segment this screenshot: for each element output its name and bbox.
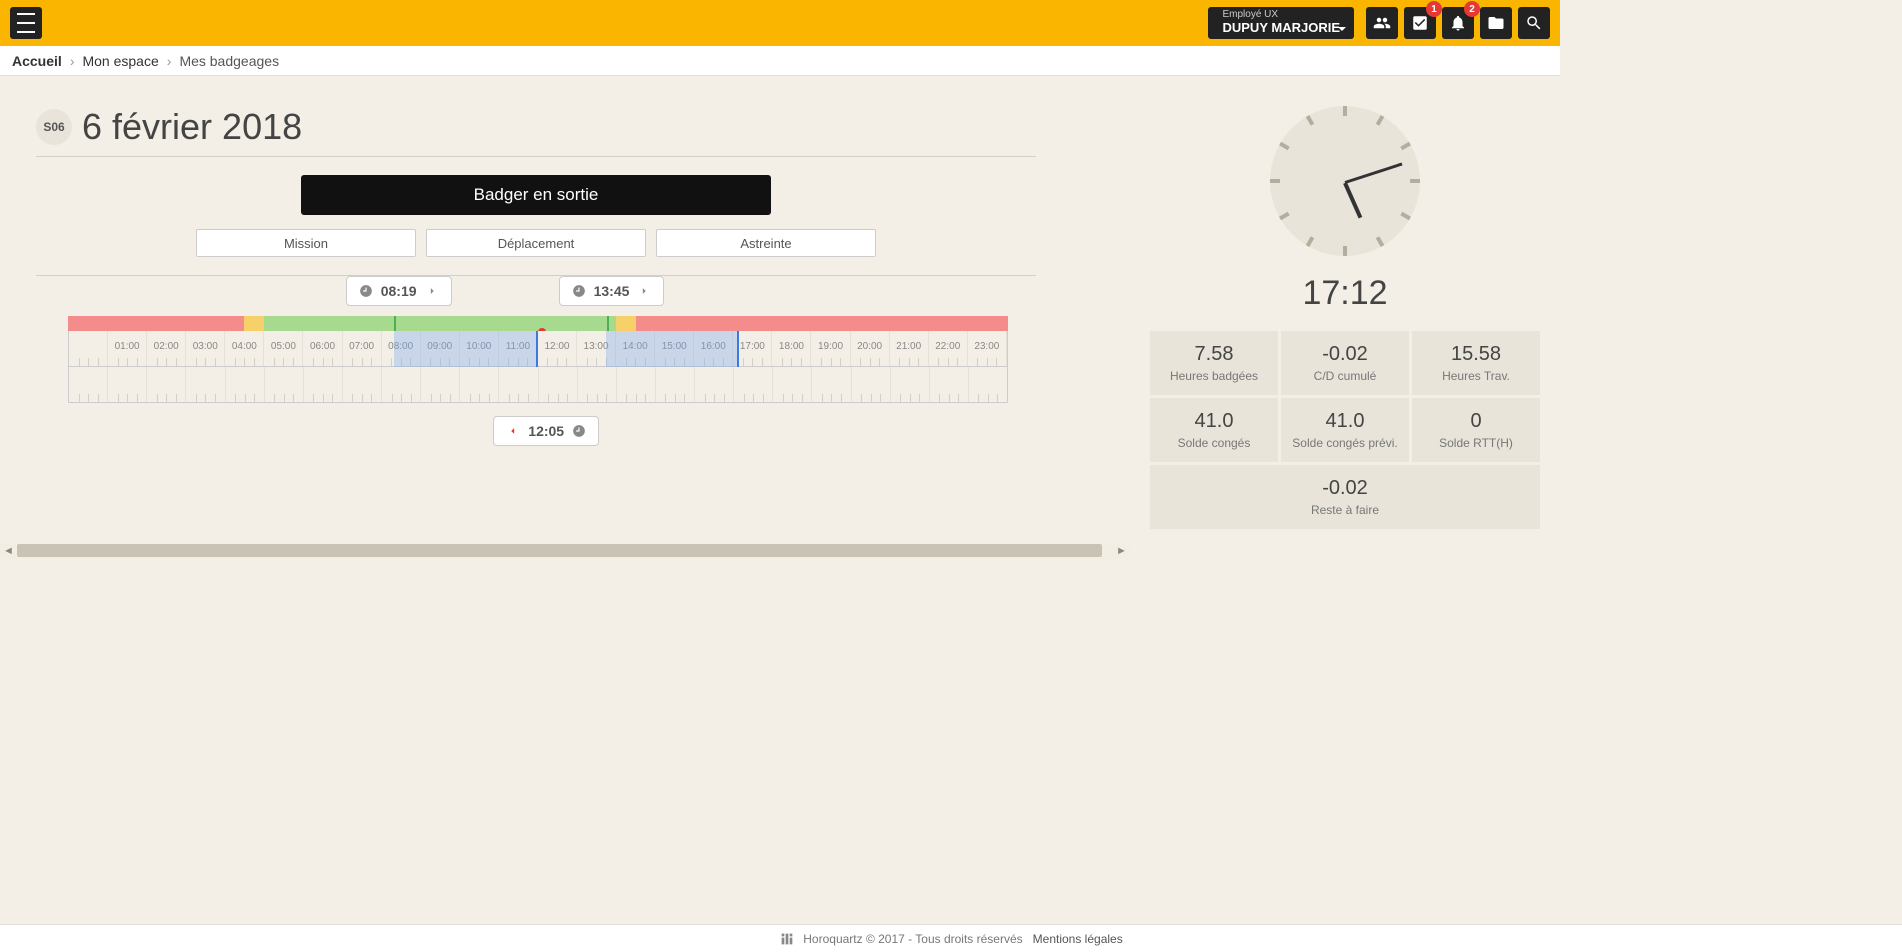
stat-card: 41.0Solde congés prévi. <box>1281 398 1409 462</box>
timeline-ruler-lower[interactable] <box>68 367 1008 403</box>
work-block <box>606 331 739 367</box>
hour-label: 03:00 <box>193 341 218 352</box>
hour-label: 07:00 <box>349 341 374 352</box>
search-button[interactable] <box>1518 7 1550 39</box>
topbar: Employé UX DUPUY MARJORIE 1 2 <box>0 0 1560 46</box>
breadcrumb: Accueil › Mon espace › Mes badgeages <box>0 46 1560 76</box>
hamburger-icon <box>17 11 35 35</box>
entry-bubble[interactable]: 08:19 <box>346 276 452 306</box>
breadcrumb-home[interactable]: Accueil <box>12 53 62 69</box>
main-panel: S06 6 février 2018 Badger en sortie Miss… <box>0 76 1130 559</box>
hour-label: 17:00 <box>740 341 765 352</box>
folder-button[interactable] <box>1480 7 1512 39</box>
timeline-color-bar <box>68 316 1008 331</box>
tasks-button[interactable]: 1 <box>1404 7 1436 39</box>
hour-label: 02:00 <box>154 341 179 352</box>
horizontal-scrollbar[interactable]: ◄ ► <box>0 542 1130 559</box>
side-panel: 17:12 7.58Heures badgées-0.02C/D cumulé1… <box>1130 76 1560 559</box>
menu-button[interactable] <box>10 7 42 39</box>
badge-out-button[interactable]: Badger en sortie <box>301 175 771 215</box>
stat-card: 41.0Solde congés <box>1150 398 1278 462</box>
folder-icon <box>1487 14 1505 32</box>
hour-label: 21:00 <box>896 341 921 352</box>
hour-label: 18:00 <box>779 341 804 352</box>
hour-label: 05:00 <box>271 341 296 352</box>
timeline-segment <box>264 316 617 331</box>
mission-button[interactable]: Mission <box>196 229 416 257</box>
hour-label: 19:00 <box>818 341 843 352</box>
user-name: DUPUY MARJORIE <box>1222 20 1340 36</box>
hour-label: 20:00 <box>857 341 882 352</box>
scroll-right-arrow[interactable]: ► <box>1113 542 1130 559</box>
footer-legal-link[interactable]: Mentions légales <box>1033 932 1123 946</box>
timeline-segment <box>616 316 636 331</box>
bell-icon <box>1449 14 1467 32</box>
entry-bubble[interactable]: 13:45 <box>559 276 665 306</box>
user-menu[interactable]: Employé UX DUPUY MARJORIE <box>1208 7 1354 39</box>
hour-label: 13:00 <box>584 341 609 352</box>
breadcrumb-current: Mes badgeages <box>179 53 279 69</box>
footer: Horoquartz © 2017 - Tous droits réservés… <box>0 924 1902 952</box>
stat-card: 15.58Heures Trav. <box>1412 331 1540 395</box>
timeline: 01:0002:0003:0004:0005:0006:0007:0008:00… <box>68 316 1008 403</box>
notifications-badge: 2 <box>1464 1 1480 17</box>
analog-clock <box>1270 106 1420 256</box>
hour-label: 04:00 <box>232 341 257 352</box>
timeline-segment <box>68 316 244 331</box>
week-chip: S06 <box>36 109 72 145</box>
hour-label: 01:00 <box>115 341 140 352</box>
hour-label: 23:00 <box>974 341 999 352</box>
chevron-down-icon <box>1338 27 1346 31</box>
page-title: 6 février 2018 <box>82 106 302 148</box>
stat-card: 0Solde RTT(H) <box>1412 398 1540 462</box>
checklist-icon <box>1411 14 1429 32</box>
entry-marker[interactable] <box>607 316 609 331</box>
stat-card: 7.58Heures badgées <box>1150 331 1278 395</box>
scroll-left-arrow[interactable]: ◄ <box>0 542 17 559</box>
footer-copyright: Horoquartz © 2017 - Tous droits réservés <box>803 932 1022 946</box>
search-icon <box>1525 14 1543 32</box>
notifications-button[interactable]: 2 <box>1442 7 1474 39</box>
user-role: Employé UX <box>1222 10 1340 20</box>
people-button[interactable] <box>1366 7 1398 39</box>
entry-marker[interactable] <box>394 316 396 331</box>
digital-time: 17:12 <box>1150 274 1540 313</box>
hour-label: 12:00 <box>544 341 569 352</box>
astreinte-button[interactable]: Astreinte <box>656 229 876 257</box>
logo-icon <box>779 931 795 947</box>
deplacement-button[interactable]: Déplacement <box>426 229 646 257</box>
timeline-ruler[interactable]: 01:0002:0003:0004:0005:0006:0007:0008:00… <box>68 331 1008 367</box>
stat-card: -0.02C/D cumulé <box>1281 331 1409 395</box>
breadcrumb-level2[interactable]: Mon espace <box>82 53 158 69</box>
work-block <box>394 331 538 367</box>
stat-card-full: -0.02Reste à faire <box>1150 465 1540 529</box>
timeline-segment <box>244 316 264 331</box>
people-icon <box>1373 14 1391 32</box>
stats-grid: 7.58Heures badgées-0.02C/D cumulé15.58He… <box>1150 331 1540 529</box>
hour-label: 22:00 <box>935 341 960 352</box>
hour-label: 06:00 <box>310 341 335 352</box>
timeline-segment <box>636 316 1008 331</box>
exit-bubble[interactable]: 12:05 <box>493 416 599 446</box>
tasks-badge: 1 <box>1426 1 1442 17</box>
